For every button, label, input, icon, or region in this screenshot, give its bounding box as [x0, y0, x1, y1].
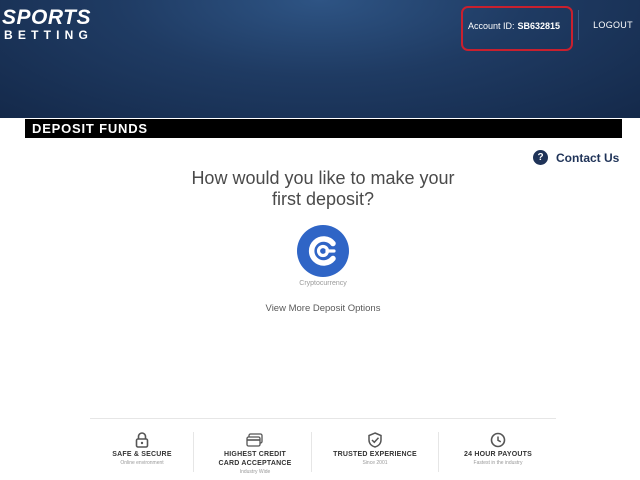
- lock-icon: [98, 432, 186, 448]
- cryptocurrency-option[interactable]: Cryptocurrency: [284, 225, 362, 287]
- feature-divider: [438, 432, 439, 472]
- feature-title: SAFE & SECURE: [112, 451, 172, 458]
- feature-subtitle: Fastest in the industry: [473, 460, 523, 466]
- account-id-value: SB632815: [517, 21, 561, 31]
- cryptocurrency-icon: [297, 225, 349, 277]
- help-question-icon: ?: [533, 150, 548, 165]
- feature-24-hour-payouts: 24 HOUR PAYOUTS Fastest in the industry: [450, 432, 546, 467]
- feature-credit-card: HIGHEST CREDIT CARD ACCEPTANCE Industry …: [205, 432, 305, 476]
- feature-title-line-2: CARD ACCEPTANCE: [218, 460, 292, 467]
- question-line-2: first deposit?: [271, 189, 375, 209]
- feature-safe-secure: SAFE & SECURE Online environment: [98, 432, 186, 467]
- credit-card-icon: [205, 432, 305, 448]
- question-line-1: How would you like to make your: [191, 168, 455, 188]
- feature-subtitle: Since 2001: [362, 460, 388, 466]
- deposit-question-heading: How would you like to make your first de…: [170, 168, 476, 210]
- account-id-display: Account ID: SB632815: [468, 12, 568, 40]
- contact-us-link[interactable]: ? Contact Us: [533, 150, 619, 165]
- feature-divider: [193, 432, 194, 472]
- contact-us-label: Contact Us: [556, 150, 620, 165]
- feature-title-line-1: HIGHEST CREDIT: [224, 451, 286, 458]
- logo-bottom-text: BETTING: [4, 28, 94, 42]
- feature-trusted-experience: TRUSTED EXPERIENCE Since 2001: [322, 432, 428, 467]
- sportsbetting-logo[interactable]: SPORTS BETTING: [2, 6, 94, 42]
- shield-check-icon: [322, 432, 428, 448]
- logout-button[interactable]: LOGOUT: [586, 10, 640, 40]
- feature-title: TRUSTED EXPERIENCE: [333, 451, 417, 458]
- feature-subtitle: Industry Wide: [239, 469, 271, 475]
- view-more-deposit-options-link[interactable]: View More Deposit Options: [240, 303, 406, 314]
- logo-top-text: SPORTS: [2, 6, 91, 29]
- site-header: SPORTS BETTING Account ID: SB632815 LOGO…: [0, 0, 640, 118]
- feature-subtitle: Online environment: [120, 460, 164, 466]
- cryptocurrency-label: Cryptocurrency: [299, 280, 347, 287]
- footer-divider: [90, 418, 556, 419]
- account-id-label: Account ID:: [468, 21, 515, 31]
- header-divider: [578, 10, 579, 40]
- page-title: DEPOSIT FUNDS: [25, 119, 622, 138]
- feature-title: 24 HOUR PAYOUTS: [464, 451, 532, 458]
- clock-icon: [450, 432, 546, 448]
- feature-divider: [311, 432, 312, 472]
